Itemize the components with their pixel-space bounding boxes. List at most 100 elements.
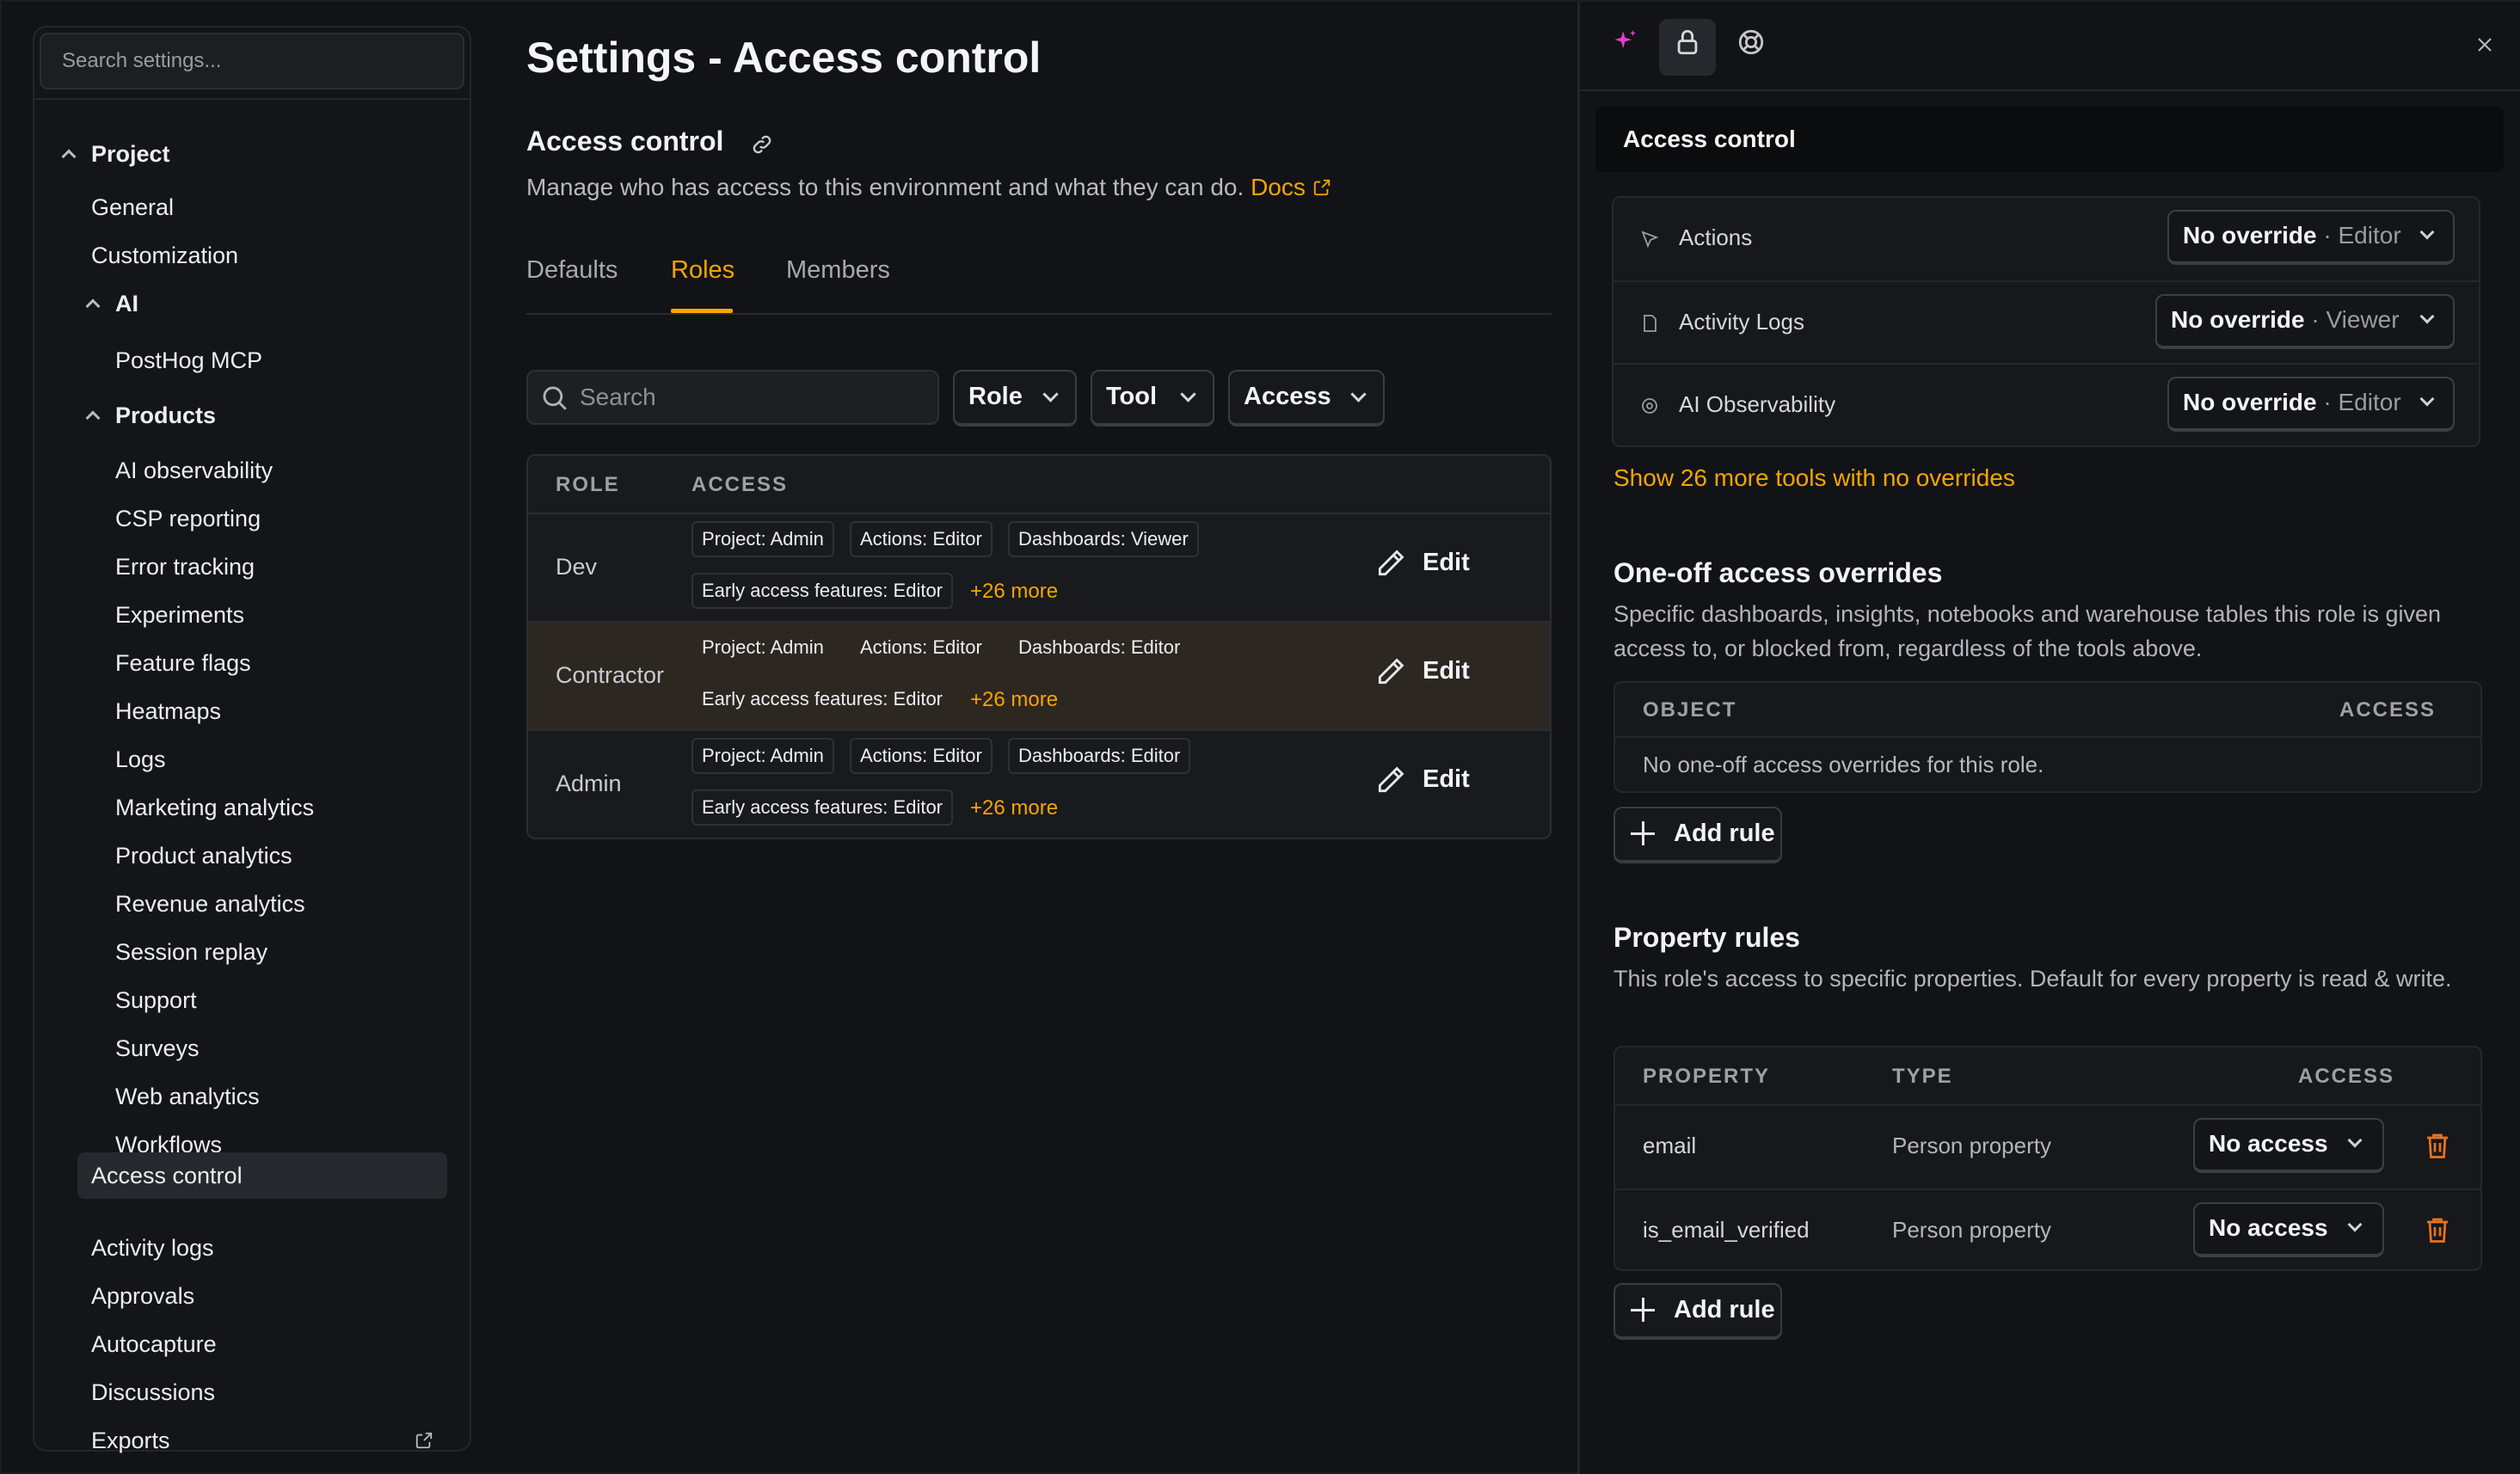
tool-filter-button[interactable]: Tool	[1091, 370, 1214, 427]
add-rule-label: Add rule	[1674, 1296, 1775, 1324]
filter-label: Access	[1244, 383, 1331, 410]
edit-role-button[interactable]: Edit	[1378, 657, 1470, 685]
page-title: Settings - Access control	[526, 34, 1042, 82]
sidebar-item-product[interactable]: AI observability	[115, 447, 273, 494]
sidebar-item-autocapture[interactable]: Autocapture	[91, 1321, 217, 1367]
sidebar-item-product[interactable]: Session replay	[115, 929, 267, 975]
sidebar-item-product[interactable]: Support	[115, 977, 197, 1023]
sidebar-item-product[interactable]: Product analytics	[115, 832, 292, 879]
role-name: Contractor	[556, 662, 665, 688]
sidebar-item-exports[interactable]: Exports	[91, 1417, 170, 1464]
column-header-access: ACCESS	[691, 473, 789, 496]
sidebar-item-product[interactable]: Heatmaps	[115, 688, 221, 734]
more-link[interactable]: +26 more	[970, 580, 1058, 604]
section-title: Access control	[526, 126, 724, 157]
description-text: Manage who has access to this environmen…	[526, 174, 1245, 200]
sidebar-item-approvals[interactable]: Approvals	[91, 1273, 194, 1319]
sidebar-group-project[interactable]: Project	[60, 131, 170, 177]
sidebar-item-general[interactable]: General	[91, 184, 174, 230]
role-filter-button[interactable]: Role	[953, 370, 1077, 427]
edit-role-button[interactable]: Edit	[1378, 765, 1470, 794]
override-select[interactable]: No override · Editor	[2167, 210, 2455, 265]
access-filter-button[interactable]: Access	[1228, 370, 1385, 427]
property-type: Person property	[1892, 1133, 2051, 1158]
external-link-icon	[1313, 179, 1330, 196]
edit-label: Edit	[1423, 549, 1470, 576]
access-chip: Project: Admin	[691, 521, 834, 557]
property-rules-title: Property rules	[1613, 922, 1800, 953]
link-icon[interactable]	[750, 132, 774, 157]
sidebar-item-product[interactable]: Experiments	[115, 592, 244, 638]
sidebar-item-access-control[interactable]: Access control	[77, 1152, 447, 1199]
trash-icon[interactable]	[2422, 1214, 2453, 1245]
close-icon[interactable]	[2474, 34, 2495, 55]
more-link[interactable]: +26 more	[970, 688, 1058, 712]
chevron-down-icon	[1180, 386, 1196, 402]
edit-label: Edit	[1423, 657, 1470, 685]
override-value: No override	[2183, 222, 2317, 249]
sidebar-item-product[interactable]: Logs	[115, 736, 166, 783]
edit-role-button[interactable]: Edit	[1378, 549, 1470, 577]
sidebar-item-discussions[interactable]: Discussions	[91, 1369, 215, 1416]
panel-header-title: Access control	[1595, 107, 2504, 172]
sidebar-item-activity-logs[interactable]: Activity logs	[91, 1225, 214, 1271]
tab-bar: Defaults Roles Members	[526, 256, 1552, 315]
sidebar-item-product[interactable]: Revenue analytics	[115, 881, 305, 927]
sidebar-item-product[interactable]: CSP reporting	[115, 495, 261, 542]
trash-icon[interactable]	[2422, 1130, 2453, 1161]
sparkle-icon[interactable]	[1611, 28, 1640, 57]
table-header: OBJECT ACCESS	[1615, 683, 2480, 738]
oneoff-overrides-title: One-off access overrides	[1613, 557, 1943, 588]
sidebar-item-posthog-mcp[interactable]: PostHog MCP	[115, 337, 262, 384]
access-chip: Actions: Editor	[860, 636, 982, 658]
tab-roles[interactable]: Roles	[671, 256, 734, 285]
external-link-icon[interactable]	[415, 1431, 433, 1450]
override-select[interactable]: No override · Editor	[2167, 377, 2455, 432]
plus-icon	[1642, 821, 1644, 845]
sidebar-item-product[interactable]: Marketing analytics	[115, 784, 314, 831]
sidebar-item-product[interactable]: Surveys	[115, 1025, 200, 1072]
table-row[interactable]: Contractor Project: Admin Actions: Edito…	[528, 621, 1550, 729]
property-access-select[interactable]: No access	[2193, 1202, 2384, 1257]
search-placeholder: Search	[580, 384, 656, 410]
tool-row: Actions No override · Editor	[1613, 198, 2479, 280]
add-property-rule-button[interactable]: Add rule	[1613, 1283, 1782, 1340]
filter-label: Role	[968, 383, 1023, 410]
lock-icon[interactable]	[1673, 28, 1702, 57]
settings-sidebar: Search settings... Project General Custo…	[33, 26, 471, 1453]
sidebar-item-product[interactable]: Web analytics	[115, 1073, 260, 1120]
sidebar-item-product[interactable]: Error tracking	[115, 544, 255, 590]
docs-link[interactable]: Docs	[1251, 174, 1331, 200]
column-header-role: ROLE	[556, 473, 620, 496]
table-row[interactable]: Dev Project: Admin Actions: Editor Dashb…	[528, 513, 1550, 621]
access-value: No access	[2209, 1214, 2328, 1241]
override-value: No override	[2183, 389, 2317, 415]
sidebar-group-ai[interactable]: AI	[84, 280, 138, 327]
more-link[interactable]: +26 more	[970, 796, 1058, 820]
access-chip: Dashboards: Editor	[1008, 738, 1191, 774]
table-row[interactable]: Admin Project: Admin Actions: Editor Das…	[528, 729, 1550, 838]
oneoff-overrides-table: OBJECT ACCESS No one-off access override…	[1613, 681, 2482, 793]
pencil-icon	[1378, 550, 1404, 576]
settings-search-input[interactable]: Search settings...	[40, 33, 464, 89]
active-tab-indicator	[671, 309, 733, 313]
tab-members[interactable]: Members	[786, 256, 890, 285]
role-name: Dev	[556, 554, 598, 580]
default-level: Editor	[2338, 389, 2401, 415]
table-header: PROPERTY TYPE ACCESS	[1615, 1047, 2480, 1106]
default-level: Viewer	[2326, 306, 2400, 333]
override-select[interactable]: No override · Viewer	[2155, 294, 2455, 349]
tool-name: Actions	[1679, 224, 1753, 250]
property-access-select[interactable]: No access	[2193, 1118, 2384, 1173]
chevron-down-icon	[2347, 1133, 2363, 1148]
add-oneoff-rule-button[interactable]: Add rule	[1613, 807, 1782, 863]
support-icon[interactable]	[1736, 28, 1766, 57]
sidebar-group-products[interactable]: Products	[84, 392, 216, 439]
tab-defaults[interactable]: Defaults	[526, 256, 618, 285]
show-more-tools-link[interactable]: Show 26 more tools with no overrides	[1613, 464, 2015, 492]
docs-link-label: Docs	[1251, 174, 1306, 200]
role-name: Admin	[556, 771, 622, 796]
sidebar-item-customization[interactable]: Customization	[91, 232, 238, 279]
sidebar-item-product[interactable]: Feature flags	[115, 640, 251, 686]
roles-search-input[interactable]: Search	[526, 370, 939, 425]
